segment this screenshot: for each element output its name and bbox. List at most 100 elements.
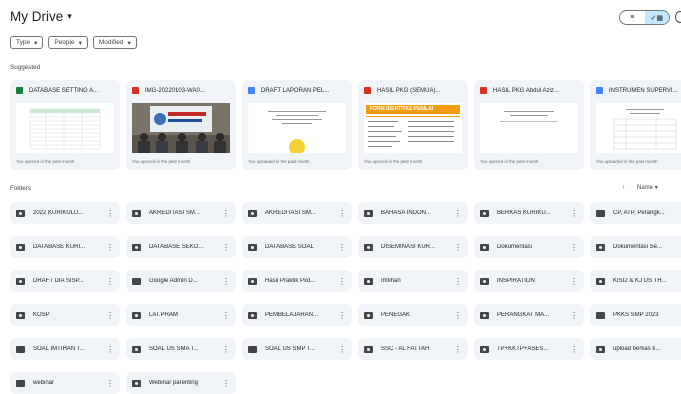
folder-item[interactable]: PERANGKAT MA... ⋮ xyxy=(474,304,584,326)
page-title[interactable]: My Drive ▾ xyxy=(10,9,72,24)
folder-item[interactable]: Google Admin D... ⋮ xyxy=(126,270,236,292)
folder-item[interactable]: DATABASE KURI... ⋮ xyxy=(10,236,120,258)
more-options-icon[interactable]: ⋮ xyxy=(454,311,462,320)
folder-item[interactable]: KOSP ⋮ xyxy=(10,304,120,326)
suggested-heading: Suggested xyxy=(10,64,41,71)
more-options-icon[interactable]: ⋮ xyxy=(454,277,462,286)
folder-item[interactable]: SOAL IMTIHAN T... ⋮ xyxy=(10,338,120,360)
filter-modified[interactable]: Modified ▾ xyxy=(92,36,137,49)
more-options-icon[interactable]: ⋮ xyxy=(454,243,462,252)
card-activity: You opened in the past month xyxy=(364,159,423,164)
folders-heading: Folders xyxy=(10,185,31,192)
folder-item[interactable]: SOAL US SMA T... ⋮ xyxy=(126,338,236,360)
folder-item[interactable]: Imtihan ⋮ xyxy=(358,270,468,292)
folder-name: DRAFT DIA SISP... xyxy=(33,278,84,284)
more-options-icon[interactable]: ⋮ xyxy=(454,345,462,354)
filter-type[interactable]: Type ▾ xyxy=(10,36,44,49)
more-options-icon[interactable]: ⋮ xyxy=(338,311,346,320)
folder-item[interactable]: PEMBELAJARAN... ⋮ xyxy=(242,304,352,326)
folder-item[interactable]: DATABASE SEKO... ⋮ xyxy=(126,236,236,258)
suggested-card[interactable]: INSTRUMEN SUPERVI... You uploaded in the… xyxy=(590,80,681,170)
shared-folder-icon xyxy=(132,345,141,353)
more-options-icon[interactable]: ⋮ xyxy=(222,311,230,320)
info-icon[interactable] xyxy=(675,11,681,23)
pdf-icon xyxy=(364,87,371,94)
shared-folder-icon xyxy=(364,311,373,319)
more-options-icon[interactable]: ⋮ xyxy=(338,243,346,252)
more-options-icon[interactable]: ⋮ xyxy=(106,209,114,218)
more-options-icon[interactable]: ⋮ xyxy=(222,209,230,218)
more-options-icon[interactable]: ⋮ xyxy=(106,243,114,252)
folder-item[interactable]: 2022 KURIKULU... ⋮ xyxy=(10,202,120,224)
sort-control[interactable]: ↑ Name ▾ xyxy=(622,184,658,192)
grid-view-button[interactable]: ✓ ▦ xyxy=(644,11,669,24)
more-options-icon[interactable]: ⋮ xyxy=(222,277,230,286)
sort-label[interactable]: Name ▾ xyxy=(637,184,658,191)
folder-item[interactable]: SSC - AL FATTAH ⋮ xyxy=(358,338,468,360)
folder-name: upload berkas k... xyxy=(613,346,661,352)
suggested-cards: DATABASE SETTING A... You opened in the … xyxy=(10,80,681,170)
more-options-icon[interactable]: ⋮ xyxy=(106,345,114,354)
image-icon xyxy=(132,87,139,94)
more-options-icon[interactable]: ⋮ xyxy=(338,277,346,286)
thumbnail-form-title: FORM IDENTITAS PENILAI xyxy=(370,106,434,112)
title-dropdown-icon[interactable]: ▾ xyxy=(67,11,72,22)
folder-item[interactable]: webinar ⋮ xyxy=(10,372,120,394)
folder-item[interactable]: LAT.PRAM ⋮ xyxy=(126,304,236,326)
more-options-icon[interactable]: ⋮ xyxy=(222,243,230,252)
suggested-card[interactable]: IMG-20220103-WA0... You opened in the pa… xyxy=(126,80,236,170)
folder-item[interactable]: AKREDITASI SM... ⋮ xyxy=(126,202,236,224)
folder-name: AKREDITASI SM... xyxy=(149,210,200,216)
folder-item[interactable]: SOAL US SMP T... ⋮ xyxy=(242,338,352,360)
folder-item[interactable]: Hasil Praktik Pxd... ⋮ xyxy=(242,270,352,292)
folder-item[interactable]: Dokumentasi Se...⋮ xyxy=(590,236,681,258)
more-options-icon[interactable]: ⋮ xyxy=(222,379,230,388)
folder-item[interactable]: KISI2 & KJ US TH...⋮ xyxy=(590,270,681,292)
suggested-card[interactable]: HASIL PKG (SEMUA)... FORM IDENTITAS PENI… xyxy=(358,80,468,170)
shared-folder-icon xyxy=(364,209,373,217)
folder-item[interactable]: PENEGAK ⋮ xyxy=(358,304,468,326)
folder-name: PERANGKAT MA... xyxy=(497,312,550,318)
suggested-card[interactable]: DRAFT LAPORAN PEL... You uploaded in the… xyxy=(242,80,352,170)
folder-item[interactable]: AKREDITASI SM... ⋮ xyxy=(242,202,352,224)
more-options-icon[interactable]: ⋮ xyxy=(222,345,230,354)
folder-item[interactable]: BAHASA INDON... ⋮ xyxy=(358,202,468,224)
sort-label-text: Name xyxy=(637,185,654,191)
more-options-icon[interactable]: ⋮ xyxy=(570,243,578,252)
more-options-icon[interactable]: ⋮ xyxy=(338,345,346,354)
folder-name: Hasil Praktik Pxd... xyxy=(265,278,316,284)
folder-item[interactable]: DATABASE SOAL ⋮ xyxy=(242,236,352,258)
suggested-card[interactable]: DATABASE SETTING A... You opened in the … xyxy=(10,80,120,170)
folder-item[interactable]: DRAFT DIA SISP... ⋮ xyxy=(10,270,120,292)
list-view-button[interactable]: ≡ xyxy=(620,11,645,24)
folder-item[interactable]: DISEMINASI KUR... ⋮ xyxy=(358,236,468,258)
folder-item[interactable]: PKKS SMP 2023⋮ xyxy=(590,304,681,326)
folder-item[interactable]: upload berkas k...⋮ xyxy=(590,338,681,360)
folder-name: BAHASA INDON... xyxy=(381,210,432,216)
more-options-icon[interactable]: ⋮ xyxy=(338,209,346,218)
view-toggle[interactable]: ≡ ✓ ▦ xyxy=(619,10,670,25)
filter-people[interactable]: People ▾ xyxy=(48,36,88,49)
card-activity: You uploaded in the past month xyxy=(248,159,310,164)
shared-folder-icon xyxy=(132,311,141,319)
more-options-icon[interactable]: ⋮ xyxy=(106,277,114,286)
more-options-icon[interactable]: ⋮ xyxy=(570,277,578,286)
folder-item[interactable]: INSPIRATION ⋮ xyxy=(474,270,584,292)
folder-name: INSPIRATION xyxy=(497,278,535,284)
file-thumbnail xyxy=(16,103,114,153)
more-options-icon[interactable]: ⋮ xyxy=(570,209,578,218)
folder-name: PKKS SMP 2023 xyxy=(613,312,659,318)
more-options-icon[interactable]: ⋮ xyxy=(106,311,114,320)
folder-item[interactable]: TP+KKTP+ASES... ⋮ xyxy=(474,338,584,360)
more-options-icon[interactable]: ⋮ xyxy=(570,311,578,320)
sort-direction-icon[interactable]: ↑ xyxy=(622,185,625,191)
shared-folder-icon xyxy=(248,311,257,319)
more-options-icon[interactable]: ⋮ xyxy=(570,345,578,354)
more-options-icon[interactable]: ⋮ xyxy=(454,209,462,218)
folder-item[interactable]: BERKAS KURIKU... ⋮ xyxy=(474,202,584,224)
folder-item[interactable]: CP, ATP, Perangk...⋮ xyxy=(590,202,681,224)
folder-item[interactable]: Webinar parenting ⋮ xyxy=(126,372,236,394)
more-options-icon[interactable]: ⋮ xyxy=(106,379,114,388)
suggested-card[interactable]: HASIL PKG Abdul Aziz... You opened in th… xyxy=(474,80,584,170)
folder-item[interactable]: Dokumentasi ⋮ xyxy=(474,236,584,258)
